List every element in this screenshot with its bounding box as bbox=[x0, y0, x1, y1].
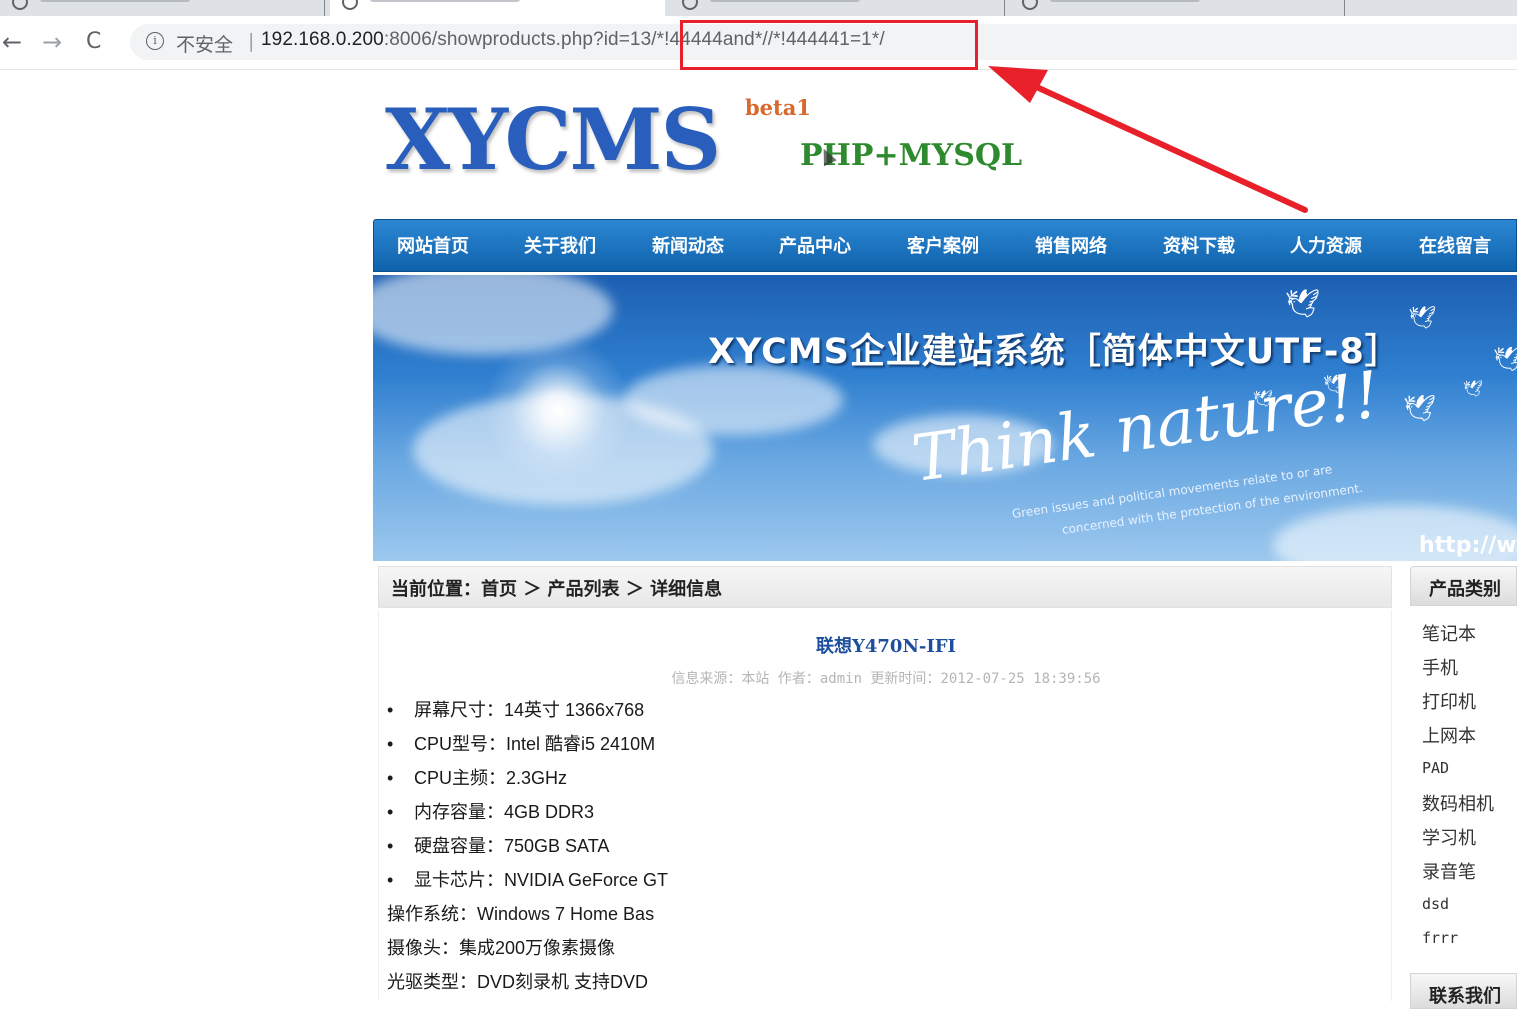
hero-banner: 🕊 🕊 🕊 🕊 🕊 🕊 🕊 XYCMS企业建站系统［简体中文UTF-8］ Thi… bbox=[373, 275, 1517, 561]
category-link[interactable]: 打印机 bbox=[1422, 688, 1476, 714]
product-detail: 联想Y470N-IFI 信息来源：本站 作者：admin 更新时间：2012-0… bbox=[378, 610, 1392, 1001]
sun-flare bbox=[483, 335, 633, 485]
banner-url: http://w bbox=[1419, 533, 1517, 558]
contact-heading-box: 联系我们 bbox=[1410, 973, 1517, 1009]
category-link[interactable]: frrr bbox=[1422, 929, 1458, 947]
globe-icon bbox=[12, 0, 28, 10]
tab-divider bbox=[324, 0, 325, 16]
spec-item: CPU型号：Intel 酷睿i5 2410M bbox=[387, 730, 655, 756]
banner-cloud bbox=[623, 365, 843, 435]
url-host: 192.168.0.200 bbox=[261, 29, 384, 50]
product-meta: 信息来源：本站 作者：admin 更新时间：2012-07-25 18:39:5… bbox=[671, 671, 1101, 687]
nav-item-sales[interactable]: 销售网络 bbox=[1035, 232, 1107, 258]
nav-item-products[interactable]: 产品中心 bbox=[779, 232, 851, 258]
nav-item-cases[interactable]: 客户案例 bbox=[907, 232, 979, 258]
sidebar-heading: 产品类别 bbox=[1429, 579, 1501, 600]
category-link[interactable]: dsd bbox=[1422, 895, 1449, 913]
info-icon[interactable]: i bbox=[146, 32, 164, 50]
dove-icon: 🕊 bbox=[1403, 394, 1437, 424]
tab-title-placeholder bbox=[710, 0, 860, 2]
contact-heading[interactable]: 联系我们 bbox=[1429, 982, 1501, 1008]
browser-tab[interactable] bbox=[1010, 0, 1345, 16]
nav-item-news[interactable]: 新闻动态 bbox=[652, 232, 724, 258]
browser-tab[interactable] bbox=[670, 0, 1005, 16]
tab-title-placeholder bbox=[370, 0, 520, 2]
spec-line: 操作系统：Windows 7 Home Bas bbox=[387, 904, 655, 924]
category-link[interactable]: 上网本 bbox=[1422, 722, 1476, 748]
security-separator: | bbox=[248, 30, 255, 52]
tab-divider bbox=[1004, 0, 1005, 16]
tab-divider bbox=[1344, 0, 1345, 16]
nav-item-hr[interactable]: 人力资源 bbox=[1290, 232, 1362, 258]
category-sidebar: 产品类别 笔记本 手机 打印机 上网本 PAD 数码相机 学习机 录音笔 dsd… bbox=[1410, 566, 1517, 1009]
tab-title-placeholder bbox=[1050, 0, 1200, 2]
category-link[interactable]: 录音笔 bbox=[1422, 858, 1476, 884]
reload-icon[interactable]: C bbox=[86, 28, 101, 56]
browser-toolbar: ← → C i 不安全 | 192.168.0.200:8006/showpro… bbox=[0, 16, 1517, 70]
dove-icon: 🕊 bbox=[1285, 287, 1321, 320]
category-link[interactable]: PAD bbox=[1422, 759, 1449, 777]
category-link[interactable]: 笔记本 bbox=[1422, 620, 1476, 646]
breadcrumb[interactable]: 当前位置：首页 ＞ 产品列表 ＞ 详细信息 bbox=[391, 575, 722, 601]
spec-line: 光驱类型：DVD刻录机 支持DVD bbox=[387, 972, 649, 992]
breadcrumb-bar: 当前位置：首页 ＞ 产品列表 ＞ 详细信息 bbox=[378, 566, 1392, 608]
product-title: 联想Y470N-IFI bbox=[816, 636, 956, 657]
globe-icon bbox=[682, 0, 698, 10]
spec-item: 显卡芯片：NVIDIA GeForce GT bbox=[387, 866, 668, 892]
url-path: :8006/showproducts.php?id=1 bbox=[383, 29, 641, 50]
nav-item-message[interactable]: 在线留言 bbox=[1419, 232, 1491, 258]
url-text[interactable]: 192.168.0.200:8006/showproducts.php?id=1… bbox=[261, 29, 885, 51]
logo-badge: beta1 bbox=[745, 95, 811, 120]
main-nav: 网站首页 关于我们 新闻动态 产品中心 客户案例 销售网络 资料下载 人力资源 … bbox=[373, 219, 1517, 272]
spec-line: 摄像头：集成200万像素摄像 bbox=[387, 938, 616, 958]
banner-title: XYCMS企业建站系统［简体中文UTF-8］ bbox=[708, 332, 1401, 372]
nav-item-downloads[interactable]: 资料下载 bbox=[1163, 232, 1235, 258]
forward-arrow-icon[interactable]: → bbox=[42, 28, 62, 56]
globe-icon bbox=[1022, 0, 1038, 10]
nav-item-home[interactable]: 网站首页 bbox=[397, 232, 469, 258]
url-payload: 3/*!44444and*//*!444441=1*/ bbox=[640, 29, 885, 50]
back-arrow-icon[interactable]: ← bbox=[2, 28, 22, 56]
dove-icon: 🕊 bbox=[1408, 306, 1436, 331]
spec-item: 屏幕尺寸：14英寸 1366x768 bbox=[387, 696, 644, 722]
dove-icon: 🕊 bbox=[1493, 345, 1517, 373]
security-label[interactable]: 不安全 bbox=[176, 30, 233, 57]
category-link[interactable]: 学习机 bbox=[1422, 824, 1476, 850]
spec-item: 硬盘容量：750GB SATA bbox=[387, 832, 609, 858]
sidebar-heading-box: 产品类别 bbox=[1410, 566, 1517, 606]
category-link[interactable]: 手机 bbox=[1422, 654, 1458, 680]
address-bar[interactable]: i 不安全 | 192.168.0.200:8006/showproducts.… bbox=[130, 24, 1517, 60]
nav-item-about[interactable]: 关于我们 bbox=[524, 232, 596, 258]
logo-wordmark: XYCMS bbox=[385, 90, 721, 189]
spec-item: 内存容量：4GB DDR3 bbox=[387, 798, 594, 824]
tab-title-placeholder bbox=[40, 0, 190, 2]
browser-tab-strip bbox=[0, 0, 1517, 16]
browser-tab[interactable] bbox=[0, 0, 325, 16]
category-link[interactable]: 数码相机 bbox=[1422, 790, 1494, 816]
globe-icon bbox=[342, 0, 358, 10]
browser-tab-active[interactable] bbox=[330, 0, 665, 16]
dove-icon: 🕊 bbox=[1463, 379, 1484, 398]
spec-item: CPU主频：2.3GHz bbox=[387, 764, 567, 790]
